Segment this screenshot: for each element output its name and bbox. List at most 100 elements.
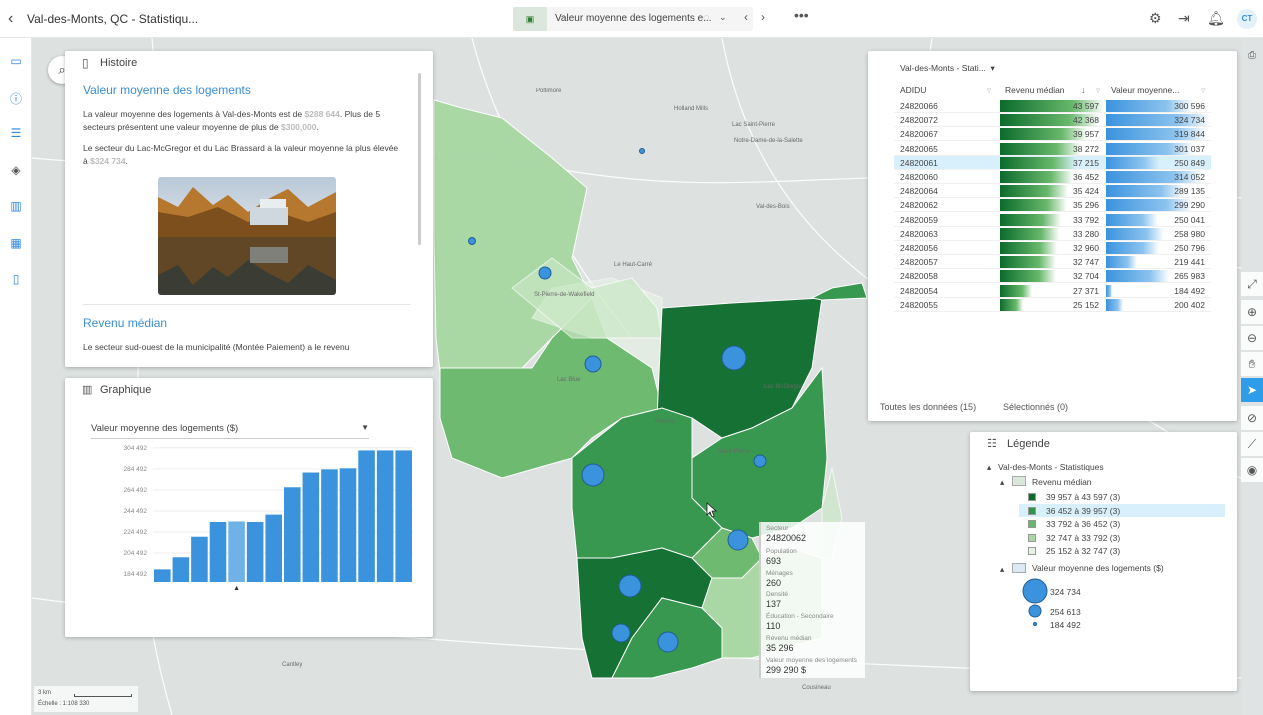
loading-icon: ◌ (703, 12, 710, 24)
more-options-icon[interactable]: ••• (794, 7, 809, 23)
chart-bar[interactable] (376, 450, 394, 582)
place-label: Notre-Dame-de-la-Salette (734, 138, 803, 144)
col-header-id[interactable]: ADIDU (900, 85, 926, 95)
legend-panel: ☷ Légende ▴ Val-des-Monts - Statistiques… (970, 432, 1237, 691)
chart-bar[interactable] (395, 450, 412, 582)
popup-key: Valeur moyenne des logements (766, 657, 857, 664)
map-icon[interactable]: ▭ (8, 54, 24, 68)
camera-icon[interactable]: ◉ (1241, 458, 1263, 482)
table-row[interactable]: 24820059 33 792 250 041 (894, 213, 1211, 227)
chart-icon[interactable]: ▥ (8, 199, 24, 213)
value-bar (1106, 270, 1169, 283)
zoom-out-icon[interactable]: ⊖ (1241, 326, 1263, 350)
back-icon[interactable]: ‹ (8, 10, 13, 28)
col-header-value[interactable]: Valeur moyenne... (1111, 85, 1179, 95)
cell-value: 250 041 (1174, 214, 1205, 225)
chart-bar[interactable] (265, 514, 282, 582)
chart-bar[interactable] (191, 536, 208, 582)
layers-icon[interactable]: ◈ (8, 163, 24, 177)
table-row[interactable]: 24820072 42 368 324 734 (894, 113, 1211, 128)
chart-bar[interactable] (284, 487, 301, 582)
table-icon[interactable]: ▦ (8, 236, 24, 250)
filter-icon[interactable]: ▿ (987, 85, 991, 96)
sort-desc-icon[interactable]: ↓ (1081, 85, 1085, 95)
chart-bar[interactable] (172, 557, 190, 582)
legend-class-label[interactable]: 36 452 à 39 957 (3) (1046, 506, 1120, 516)
bell-icon[interactable]: 🔔︎ (1207, 10, 1225, 27)
exit-icon[interactable]: ⇥ (1178, 10, 1190, 27)
info-icon[interactable]: ⓘ (8, 90, 24, 107)
table-row[interactable]: 24820065 38 272 301 037 (894, 142, 1211, 156)
cell-revenue: 32 704 (1073, 271, 1099, 282)
legend-swatch (1028, 493, 1036, 501)
scrollbar[interactable] (418, 73, 421, 245)
table-row[interactable]: 24820062 35 296 299 290 (894, 198, 1211, 213)
book-icon[interactable]: ▯ (8, 272, 24, 286)
ruler-icon[interactable]: ⟋ (1241, 432, 1263, 456)
col-header-revenue[interactable]: Revenu médian (1005, 85, 1065, 95)
story-paragraph: La valeur moyenne des logements à Val-de… (83, 109, 381, 132)
pointer-icon[interactable]: ➤ (1241, 378, 1263, 402)
chart-bar[interactable] (339, 468, 357, 582)
table-row[interactable]: 24820066 43 597 300 596 (894, 99, 1211, 113)
legend-swatch (1028, 533, 1036, 542)
table-row[interactable]: 24820054 27 371 184 492 (894, 284, 1211, 298)
chevron-down-icon[interactable]: ⌄ (719, 12, 727, 23)
pan-hand-icon[interactable]: ✋︎ (1241, 352, 1263, 376)
place-label: Lac Saint-Pierre (732, 122, 776, 128)
print-icon[interactable]: ⎙ (1241, 44, 1263, 68)
table-row[interactable]: 24820057 32 747 219 441 (894, 255, 1211, 270)
previous-step-icon[interactable]: ‹ (744, 10, 748, 24)
value-bar (1106, 256, 1137, 269)
popup-key: Ménages (766, 570, 793, 577)
cell-id: 24820057 (900, 257, 938, 268)
cell-id: 24820061 (900, 157, 938, 168)
cell-value: 258 980 (1174, 228, 1205, 239)
filter-icon[interactable]: ▿ (1096, 85, 1100, 96)
place-label: St-Pierre-de-Wakefield (534, 292, 594, 298)
table-row[interactable]: 24820056 32 960 250 796 (894, 241, 1211, 255)
chart-bar[interactable] (302, 472, 320, 582)
legend-class-label[interactable]: 25 152 à 32 747 (3) (1046, 546, 1120, 556)
legend-swatch (1028, 506, 1036, 515)
legend-class-label[interactable]: 32 747 à 33 792 (3) (1046, 533, 1120, 543)
chart-bar[interactable] (358, 450, 375, 582)
story-selector[interactable]: ▣ Valeur moyenne des logements e... ◌ ⌄ (513, 7, 753, 31)
tab-selected[interactable]: Sélectionnés (0) (1003, 402, 1068, 412)
table-row[interactable]: 24820060 36 452 314 052 (894, 170, 1211, 184)
legend-class-label[interactable]: 33 792 à 36 452 (3) (1046, 519, 1120, 529)
table-row[interactable]: 24820067 39 957 319 844 (894, 127, 1211, 142)
zoom-in-icon[interactable]: ⊕ (1241, 300, 1263, 324)
cell-id: 24820058 (900, 271, 938, 282)
chart-bar[interactable] (246, 522, 264, 582)
area-select[interactable]: Val-des-Monts - Stati... ▾ (900, 63, 995, 74)
value-bar (1106, 227, 1164, 240)
table-row[interactable]: 24820061 37 215 250 849 (894, 155, 1211, 170)
chart-bar[interactable] (228, 521, 245, 582)
chart-bar[interactable] (321, 469, 338, 582)
size-legend-label: 324 734 (1050, 587, 1081, 597)
cell-revenue: 33 792 (1073, 214, 1099, 225)
list-icon[interactable]: ☰ (8, 126, 24, 140)
chart-bar[interactable] (154, 569, 171, 582)
value-bar (1106, 298, 1123, 311)
compass-icon[interactable]: ⊘ (1241, 406, 1263, 430)
gear-icon[interactable]: ⚙ (1149, 10, 1162, 27)
table-row[interactable]: 24820055 25 152 200 402 (894, 298, 1211, 312)
tab-all-data[interactable]: Toutes les données (15) (880, 402, 976, 412)
chart-bar[interactable] (209, 522, 227, 582)
popup-value: 260 (766, 578, 782, 588)
filter-icon[interactable]: ▿ (1201, 85, 1205, 96)
collapse-icon[interactable]: ▴ (1000, 477, 1004, 488)
table-row[interactable]: 24820058 32 704 265 983 (894, 269, 1211, 284)
place-label: Lac Blue (557, 377, 581, 383)
table-row[interactable]: 24820064 35 424 289 135 (894, 184, 1211, 199)
table-row[interactable]: 24820063 33 280 258 980 (894, 227, 1211, 241)
next-step-icon[interactable]: › (761, 10, 765, 24)
fullscreen-icon[interactable]: ⤢ (1241, 272, 1263, 296)
collapse-icon[interactable]: ▴ (987, 462, 991, 473)
collapse-icon[interactable]: ▴ (1000, 564, 1004, 575)
avatar[interactable]: CT (1237, 9, 1257, 29)
legend-class-label[interactable]: 39 957 à 43 597 (3) (1046, 492, 1120, 502)
revenue-bar (1000, 227, 1059, 240)
